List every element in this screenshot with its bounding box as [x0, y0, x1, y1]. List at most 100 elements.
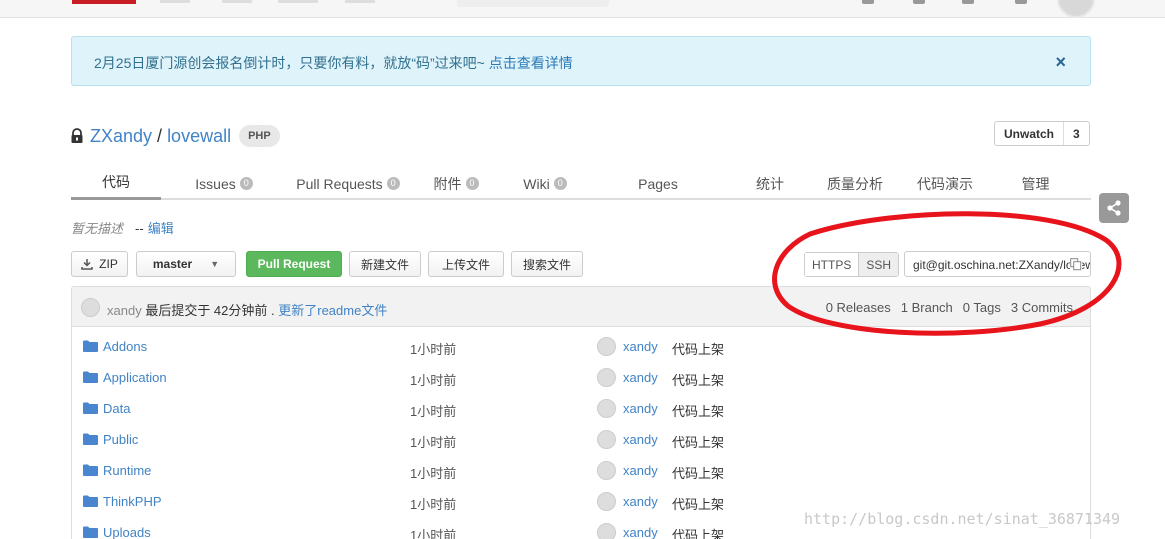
unwatch-label[interactable]: Unwatch [995, 122, 1065, 145]
file-commit-message[interactable]: 代码上架 [672, 370, 724, 389]
tab-count-badge: 0 [239, 177, 253, 190]
zip-download-button[interactable]: ZIP [71, 251, 128, 277]
file-row[interactable]: Addons 1小时前 xandy 代码上架 [72, 333, 1090, 364]
clone-url[interactable]: git@git.oschina.net:ZXandy/lovewall.git [913, 258, 1090, 272]
nav-item[interactable] [278, 0, 318, 3]
file-commit-author[interactable]: xandy [623, 463, 658, 478]
repo-name-link[interactable]: lovewall [167, 126, 231, 147]
tab-quality-analysis[interactable]: 质量分析 [810, 167, 900, 200]
file-name-link[interactable]: Data [103, 401, 130, 416]
tab-issues[interactable]: Issues 0 [175, 167, 273, 200]
zip-label: ZIP [99, 257, 118, 271]
branches-link[interactable]: 1 Branch [901, 300, 953, 315]
tab-manage[interactable]: 管理 [990, 167, 1081, 200]
file-row[interactable]: Data 1小时前 xandy 代码上架 [72, 395, 1090, 426]
close-icon[interactable]: × [1055, 52, 1066, 73]
tab-statistics[interactable]: 统计 [730, 167, 810, 200]
avatar[interactable] [597, 399, 616, 418]
folder-icon [83, 495, 98, 507]
tab-label: 附件 [433, 175, 462, 192]
new-file-button[interactable]: 新建文件 [349, 251, 421, 277]
commits-link[interactable]: 3 Commits [1011, 300, 1073, 315]
releases-link[interactable]: 0 Releases [826, 300, 891, 315]
repo-icon[interactable] [913, 0, 925, 4]
tab-label: Pages [638, 175, 678, 192]
file-name-link[interactable]: Addons [103, 339, 147, 354]
search-file-button[interactable]: 搜索文件 [511, 251, 583, 277]
file-commit-message[interactable]: 代码上架 [672, 401, 724, 420]
nav-item[interactable] [160, 0, 190, 3]
tab-wiki[interactable]: Wiki 0 [507, 167, 583, 200]
avatar[interactable] [597, 368, 616, 387]
search-file-label: 搜索文件 [522, 257, 571, 272]
commit-time-text: 最后提交于 42分钟前 . [141, 303, 279, 318]
file-commit-author[interactable]: xandy [623, 494, 658, 509]
avatar[interactable] [81, 298, 100, 317]
file-row[interactable]: Application 1小时前 xandy 代码上架 [72, 364, 1090, 395]
bell-icon[interactable] [1015, 0, 1027, 4]
tab-label: 统计 [756, 175, 784, 192]
tab-pages[interactable]: Pages [608, 167, 708, 200]
share-button[interactable] [1099, 193, 1129, 223]
tab-label: 质量分析 [827, 175, 883, 192]
site-logo[interactable] [72, 0, 136, 4]
tab-label: Pull Requests [296, 175, 383, 192]
search-input[interactable] [457, 0, 609, 7]
nav-item[interactable] [345, 0, 375, 3]
watch-count[interactable]: 3 [1064, 122, 1089, 145]
tab-count-badge: 0 [553, 177, 567, 190]
file-commit-message[interactable]: 代码上架 [672, 494, 724, 513]
file-browser: xandy 最后提交于 42分钟前 . 更新了readme文件 0 Releas… [71, 286, 1091, 539]
file-commit-message[interactable]: 代码上架 [672, 432, 724, 451]
avatar[interactable] [597, 523, 616, 539]
file-name-link[interactable]: Runtime [103, 463, 151, 478]
https-button[interactable]: HTTPS [805, 253, 860, 276]
file-commit-message[interactable]: 代码上架 [672, 525, 724, 539]
file-commit-message[interactable]: 代码上架 [672, 339, 724, 358]
file-name-link[interactable]: ThinkPHP [103, 494, 162, 509]
repo-description: 暂无描述 -- 编辑 [71, 218, 174, 237]
download-icon [81, 259, 93, 270]
avatar[interactable] [597, 337, 616, 356]
nav-item[interactable] [222, 0, 252, 3]
commit-message-link[interactable]: 更新了readme文件 [278, 303, 387, 318]
file-commit-author[interactable]: xandy [623, 432, 658, 447]
last-commit-bar: xandy 最后提交于 42分钟前 . 更新了readme文件 0 Releas… [72, 287, 1090, 327]
commit-author[interactable]: xandy [107, 303, 142, 318]
avatar[interactable] [597, 492, 616, 511]
folder-icon [83, 340, 98, 352]
tab-pull-requests[interactable]: Pull Requests 0 [278, 167, 418, 200]
copy-icon[interactable] [1070, 258, 1082, 271]
file-row[interactable]: Public 1小时前 xandy 代码上架 [72, 426, 1090, 457]
plus-icon[interactable] [862, 0, 874, 4]
avatar[interactable] [1057, 0, 1095, 18]
file-name-link[interactable]: Public [103, 432, 138, 447]
message-icon[interactable] [962, 0, 974, 4]
repo-tabs: 代码 Issues 0 Pull Requests 0 附件 0 Wiki 0 Page… [71, 167, 1091, 200]
file-commit-author[interactable]: xandy [623, 339, 658, 354]
edit-description-link[interactable]: 编辑 [148, 221, 174, 236]
tags-link[interactable]: 0 Tags [963, 300, 1001, 315]
avatar[interactable] [597, 430, 616, 449]
ssh-button[interactable]: SSH [859, 253, 899, 276]
tab-code[interactable]: 代码 [71, 167, 161, 200]
file-commit-author[interactable]: xandy [623, 401, 658, 416]
branch-select[interactable]: master ▼ [136, 251, 236, 277]
file-name-link[interactable]: Uploads [103, 525, 151, 539]
clone-url-field[interactable]: git@git.oschina.net:ZXandy/lovewall.git [904, 251, 1091, 277]
pull-request-button[interactable]: Pull Request [246, 251, 342, 277]
announcement-link[interactable]: 点击查看详情 [489, 55, 573, 71]
pull-request-label: Pull Request [257, 257, 331, 271]
upload-file-button[interactable]: 上传文件 [428, 251, 504, 277]
file-commit-author[interactable]: xandy [623, 525, 658, 539]
file-commit-author[interactable]: xandy [623, 370, 658, 385]
avatar[interactable] [597, 461, 616, 480]
tab-code-demo[interactable]: 代码演示 [900, 167, 990, 200]
file-row[interactable]: Runtime 1小时前 xandy 代码上架 [72, 457, 1090, 488]
repo-owner-link[interactable]: ZXandy [90, 126, 152, 147]
tab-label: 代码演示 [917, 175, 973, 192]
file-name-link[interactable]: Application [103, 370, 167, 385]
file-commit-message[interactable]: 代码上架 [672, 463, 724, 482]
tab-attachments[interactable]: 附件 0 [418, 167, 494, 200]
unwatch-button[interactable]: Unwatch 3 [994, 121, 1090, 146]
